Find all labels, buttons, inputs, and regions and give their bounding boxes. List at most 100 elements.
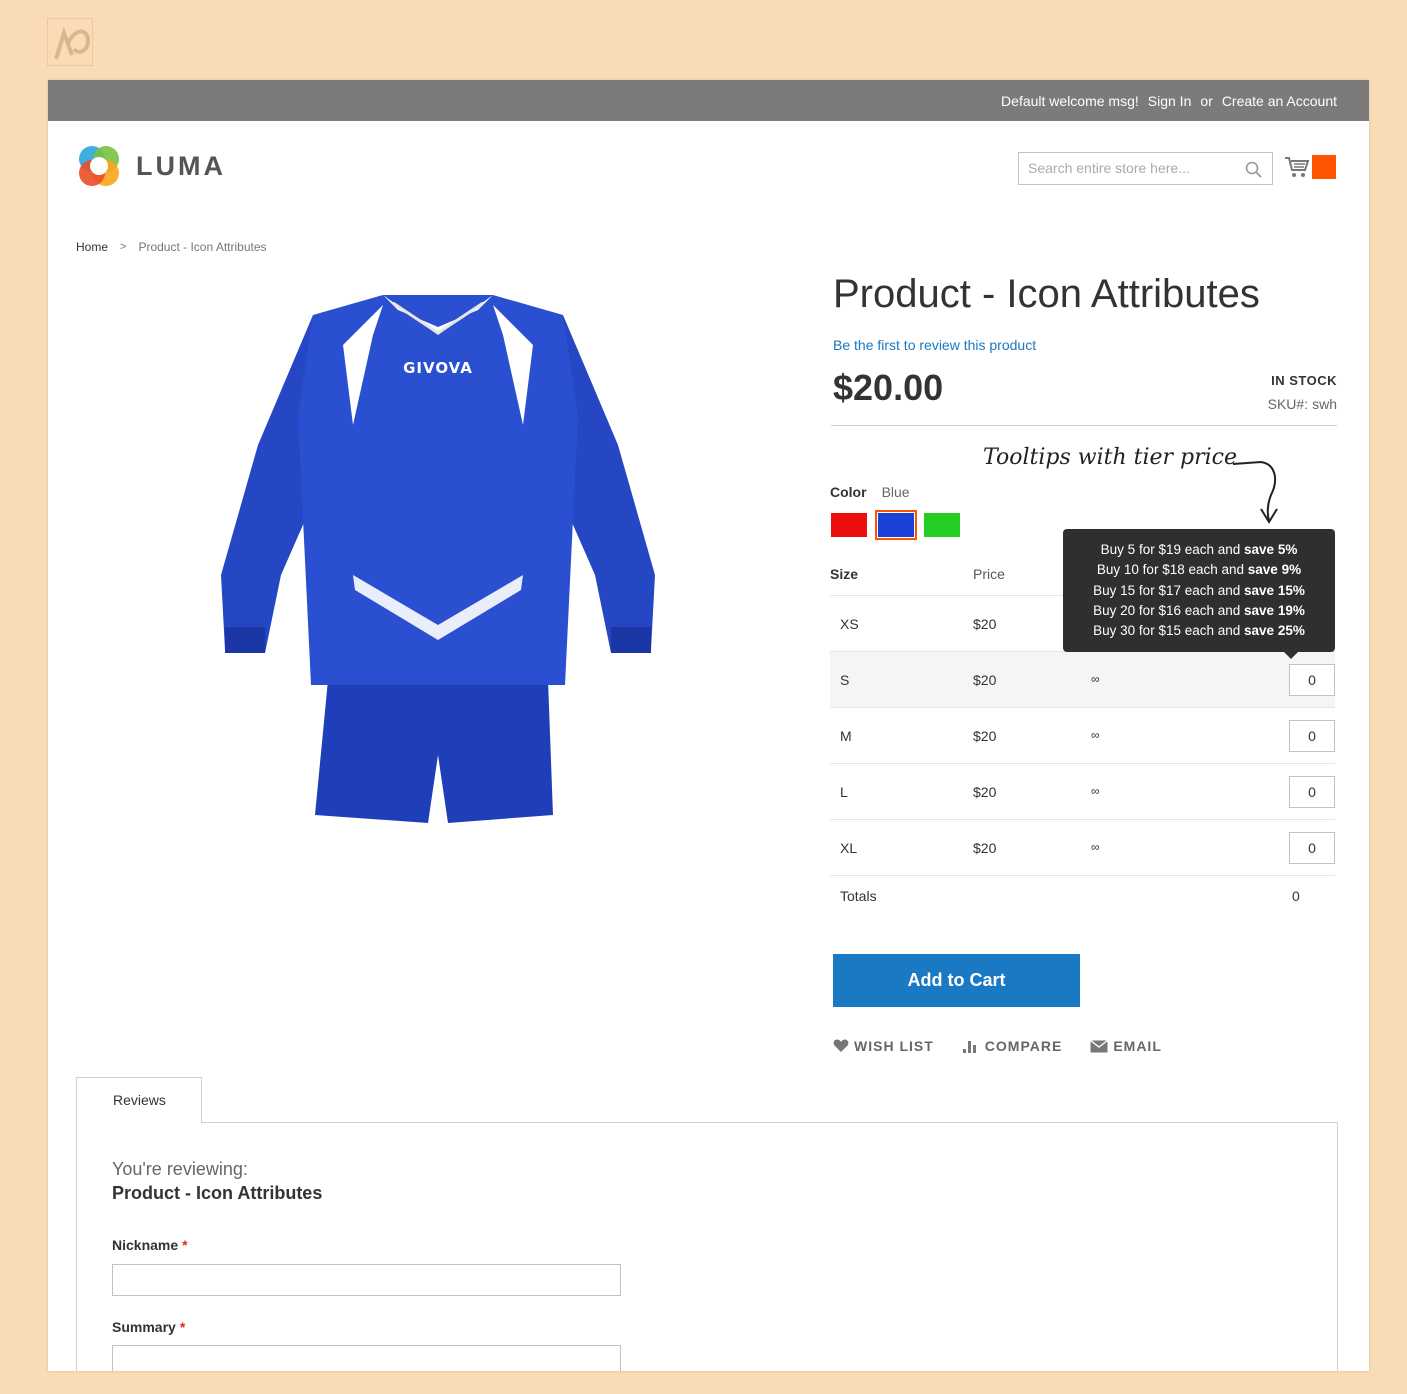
tier-price-line: Buy 20 for $16 each and save 19% [1063,601,1335,621]
sku: SKU#: swh [1268,396,1337,412]
tier-price-text: Buy 5 for $19 each and [1100,542,1245,557]
breadcrumb-current: Product - Icon Attributes [138,240,267,254]
product-image[interactable]: GIVOVA [203,275,673,850]
nickname-label: Nickname * [112,1237,188,1253]
size-cell: S [840,672,850,688]
divider [831,425,1337,426]
tier-price-text: Buy 30 for $15 each and [1093,623,1245,639]
tier-price-text: Buy 10 for $18 each and [1096,562,1248,578]
color-selected-value: Blue [881,484,910,500]
price-cell: $20 [973,728,997,744]
totals-row: Totals 0 [830,876,1335,920]
logo-text: LUMA [136,150,226,181]
tier-price-save: save 15% [1244,582,1305,598]
swatch-blue[interactable] [875,510,917,540]
tier-price-save: save 25% [1244,623,1305,639]
compare-button[interactable]: COMPARE [962,1038,1063,1054]
size-cell: XL [840,840,858,856]
tier-price-text: Buy 20 for $16 each and [1093,602,1245,618]
tier-price-line: Buy 10 for $18 each and save 9% [1063,560,1335,580]
add-to-cart-button[interactable]: Add to Cart [833,954,1080,1007]
email-label: EMAIL [1113,1038,1162,1054]
size-cell: XS [840,616,859,632]
first-review-link[interactable]: Be the first to review this product [833,337,1036,353]
stock-status: IN STOCK [1271,373,1337,388]
compare-label: COMPARE [984,1038,1063,1054]
summary-label: Summary * [112,1319,185,1335]
tab-reviews[interactable]: Reviews [76,1077,202,1123]
cart-counter-badge[interactable] [1312,155,1336,179]
qty-input[interactable]: 0 [1289,776,1335,808]
sku-value: swh [1312,396,1337,412]
search-input[interactable]: Search entire store here... [1018,152,1273,185]
product-title: Product - Icon Attributes [833,272,1260,316]
table-row: L $20 ∞ 0 [830,764,1335,820]
tier-price-line: Buy 5 for $19 each and save 5% [1063,540,1335,560]
sign-in-link[interactable]: Sign In [1148,93,1192,109]
arrow-annotation-icon [1232,460,1278,524]
tier-price-save: save 19% [1244,602,1305,618]
tier-price-tooltip: Buy 5 for $19 each and save 5% Buy 10 fo… [1063,529,1335,659]
qty-input[interactable]: 0 [1289,832,1335,864]
sku-label: SKU#: [1267,396,1309,412]
totals-label: Totals [840,888,877,904]
qty-input[interactable]: 0 [1289,664,1335,696]
envelope-icon [1090,1039,1109,1052]
welcome-message: Default welcome msg! [1001,92,1139,109]
price-cell: $20 [973,672,997,688]
tier-price-line: Buy 30 for $15 each and save 25% [1063,621,1335,641]
swatch-red[interactable] [831,513,867,537]
qty-input[interactable]: 0 [1289,720,1335,752]
email-button[interactable]: EMAIL [1090,1038,1162,1054]
breadcrumb-home[interactable]: Home [76,240,108,254]
nickname-label-text: Nickname [112,1237,179,1253]
price-cell: $20 [973,616,997,632]
compare-icon [962,1041,976,1053]
breadcrumb: Home > Product - Icon Attributes [76,240,267,254]
store-logo[interactable]: LUMA [76,143,226,189]
annotation-text: Tooltips with tier price [983,445,1237,470]
corner-logo-icon [47,18,93,66]
price-cell: $20 [973,840,997,856]
cart-icon[interactable] [1284,155,1310,179]
price-header: Price [973,566,1005,582]
wishlist-button[interactable]: WISH LIST [833,1038,934,1054]
table-row: M $20 ∞ 0 [830,708,1335,764]
stock-cell: ∞ [1091,672,1100,686]
product-price: $20.00 [833,367,944,408]
color-attribute: Color Blue [830,484,910,500]
stock-cell: ∞ [1091,784,1100,798]
summary-label-text: Summary [112,1319,176,1335]
wishlist-label: WISH LIST [854,1038,934,1054]
price-cell: $20 [973,784,997,800]
luma-logo-icon [79,146,119,186]
tier-price-text: Buy 15 for $17 each and [1093,582,1245,598]
stock-cell: ∞ [1091,840,1100,854]
reviewing-product-name: Product - Icon Attributes [112,1183,323,1203]
tier-price-save: save 5% [1244,542,1298,557]
search-icon[interactable] [1244,160,1264,180]
required-mark: * [179,1319,186,1335]
summary-field[interactable] [112,1345,621,1371]
totals-value: 0 [1292,888,1300,904]
table-row: XL $20 ∞ 0 [830,820,1335,876]
heart-icon [833,1039,849,1052]
size-header: Size [830,566,859,582]
nickname-field[interactable] [112,1264,621,1296]
product-actions: WISH LIST COMPARE EMAIL [833,1038,1190,1054]
required-mark: * [182,1237,188,1253]
reviews-panel [76,1122,1338,1371]
tier-price-line: Buy 15 for $17 each and save 15% [1063,581,1335,601]
size-cell: L [840,784,848,800]
table-row: S $20 ∞ 0 [830,652,1335,708]
stock-cell: ∞ [1091,728,1100,742]
chevron-right-icon: > [120,241,127,253]
reviewing-label: You're reviewing: [112,1159,248,1179]
color-label: Color [830,484,867,500]
swatch-green[interactable] [924,513,960,537]
create-account-link[interactable]: Create an Account [1222,93,1337,109]
tier-price-save: save 9% [1247,562,1302,578]
store-page: Default welcome msg! Sign In or Create a… [48,80,1369,1371]
size-cell: M [840,728,852,744]
top-bar: Default welcome msg! Sign In or Create a… [48,80,1369,121]
